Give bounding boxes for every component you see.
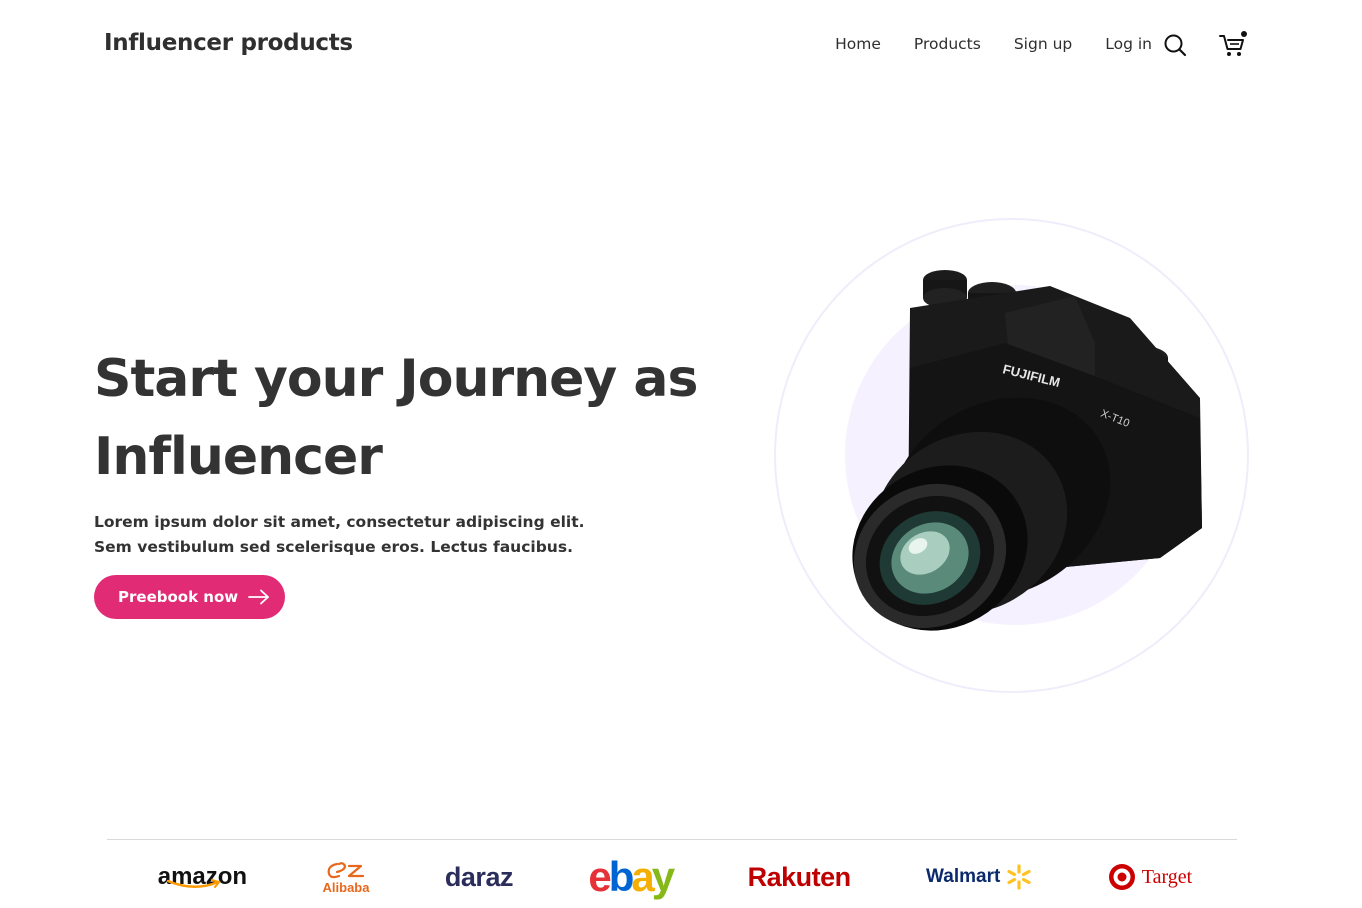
- amazon-logo[interactable]: amazon: [158, 852, 247, 902]
- ebay-letter-e: e: [588, 853, 611, 900]
- walmart-logo[interactable]: Walmart: [926, 852, 1032, 902]
- walmart-spark-icon: [1007, 864, 1031, 890]
- daraz-logo-text: daraz: [444, 861, 514, 892]
- nav-signup-link[interactable]: Sign up: [1014, 35, 1072, 53]
- rakuten-logo[interactable]: Rakuten: [747, 852, 852, 902]
- search-button[interactable]: [1160, 30, 1190, 60]
- ebay-letter-y: y: [651, 853, 675, 900]
- preebook-now-label: Preebook now: [118, 588, 239, 606]
- amazon-smile-icon: [166, 879, 221, 888]
- ebay-letter-b: b: [608, 853, 635, 900]
- partner-logos-row: amazon Alibaba daraz e b a y Rakuten Wal…: [120, 852, 1230, 902]
- arrow-right-icon: [248, 589, 270, 605]
- camera-product-image: FUJIFILM X-T10: [852, 270, 1202, 631]
- nav-products-link[interactable]: Products: [914, 35, 981, 53]
- target-bullseye-icon: [1108, 864, 1135, 890]
- cart-button[interactable]: [1218, 30, 1248, 60]
- cart-badge-dot: [1241, 31, 1247, 37]
- cart-icon: [1219, 31, 1247, 56]
- search-icon: [1164, 34, 1187, 57]
- daraz-logo[interactable]: daraz: [444, 852, 514, 902]
- hero-subtitle: Lorem ipsum dolor sit amet, consectetur …: [94, 513, 585, 556]
- rakuten-logo-text: Rakuten: [747, 861, 852, 892]
- brand-logo-text[interactable]: Influencer products: [104, 30, 353, 56]
- main-nav: Home Products Sign up Log in: [835, 35, 1152, 53]
- target-logo-text: Target: [1141, 865, 1193, 888]
- alibaba-logo-text: Alibaba: [322, 879, 370, 895]
- hero-title-line2: Influencer: [94, 427, 383, 487]
- target-logo[interactable]: Target: [1108, 852, 1192, 902]
- ebay-letter-a: a: [631, 853, 654, 900]
- walmart-logo-text: Walmart: [926, 866, 1001, 887]
- ebay-logo[interactable]: e b a y: [588, 852, 675, 902]
- hero-title-line1: Start your Journey as: [94, 349, 698, 409]
- alibaba-mark-icon: [327, 861, 365, 878]
- alibaba-logo[interactable]: Alibaba: [322, 852, 370, 902]
- hero-title: Start your Journey as Influencer: [94, 340, 714, 496]
- nav-login-link[interactable]: Log in: [1105, 35, 1152, 53]
- section-divider: [107, 839, 1237, 840]
- nav-home-link[interactable]: Home: [835, 35, 881, 53]
- preebook-now-button[interactable]: Preebook now: [94, 575, 285, 619]
